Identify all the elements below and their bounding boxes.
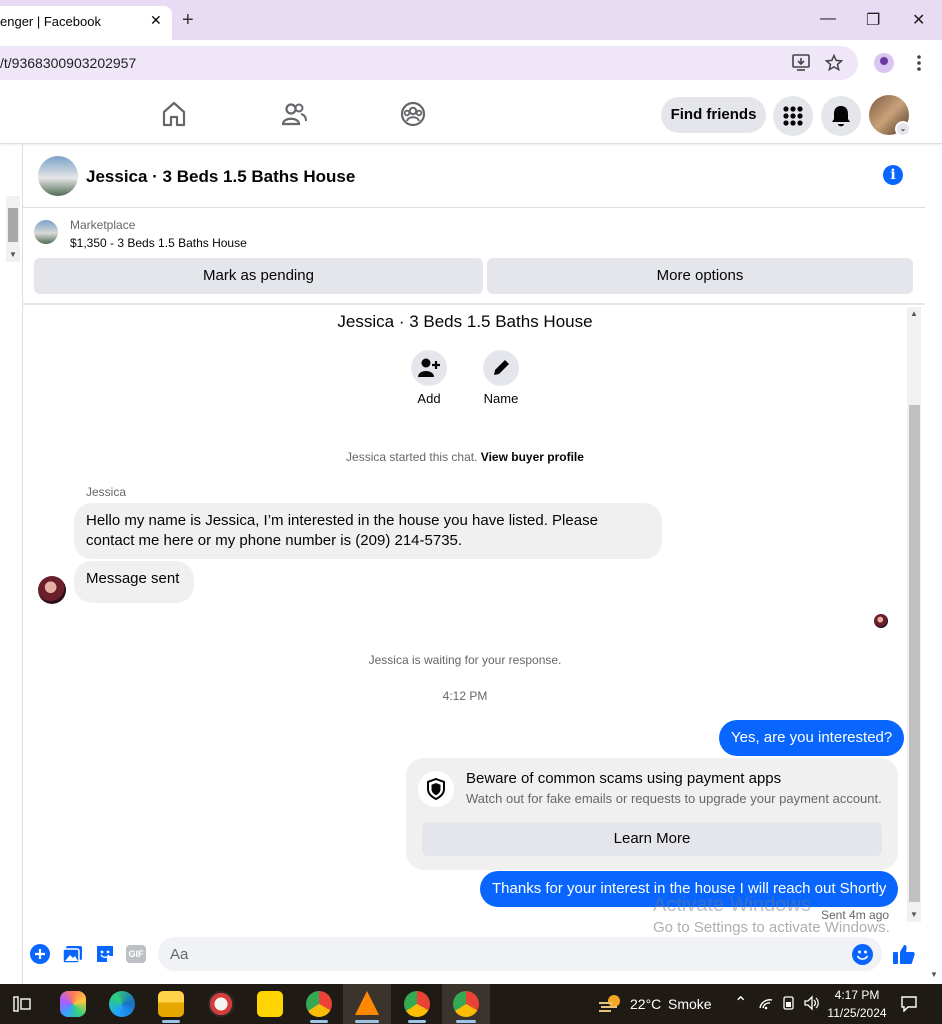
new-tab-button[interactable]: +	[182, 9, 194, 32]
battery-icon[interactable]	[781, 995, 797, 1011]
system-tray-chevron-up-icon[interactable]: ⌃	[734, 993, 747, 1013]
notifications-center-icon[interactable]	[900, 995, 918, 1012]
chat-scroll-down-arrow-icon[interactable]: ▼	[910, 910, 918, 919]
emoji-button[interactable]	[852, 944, 873, 965]
pencil-icon	[494, 360, 509, 375]
edit-name-button[interactable]	[483, 350, 519, 386]
haze-weather-icon[interactable]	[597, 993, 623, 1015]
page-scroll-down-arrow-icon[interactable]: ▼	[930, 970, 938, 979]
browser-tab[interactable]: enger | Facebook	[0, 6, 172, 40]
emoji-icon	[856, 950, 869, 960]
add-person-icon	[418, 358, 440, 377]
learn-more-button[interactable]: Learn More	[422, 822, 882, 856]
mark-as-pending-button[interactable]: Mark as pending	[34, 258, 483, 294]
message-timestamp: 4:12 PM	[442, 689, 488, 703]
address-bar[interactable]: /t/9368300903202957	[0, 46, 858, 80]
file-explorer-icon[interactable]	[158, 991, 184, 1017]
wifi-icon[interactable]	[758, 996, 774, 1010]
add-people-button[interactable]	[411, 350, 447, 386]
install-app-icon[interactable]	[792, 54, 812, 72]
gif-icon[interactable]: GIF	[126, 945, 146, 963]
window-close-button[interactable]: ✕	[912, 10, 925, 30]
friends-icon[interactable]	[281, 100, 307, 128]
chrome-profile-running-indicator	[408, 1020, 426, 1023]
sender-name: Jessica	[86, 485, 127, 499]
weather-temperature[interactable]: 22°C	[630, 996, 661, 1012]
menu-button[interactable]	[773, 96, 813, 136]
weather-description[interactable]: Smoke	[668, 996, 712, 1012]
message-input-placeholder: Aa	[170, 946, 189, 963]
view-buyer-profile-link[interactable]: View buyer profile	[481, 450, 584, 464]
waiting-notice: Jessica is waiting for your response.	[368, 653, 562, 667]
sender-avatar[interactable]	[38, 576, 66, 604]
activate-windows-watermark: Activate Windows	[653, 894, 811, 916]
chat-started-notice: Jessica started this chat. View buyer pr…	[0, 450, 930, 464]
bell-icon	[832, 106, 850, 127]
message-input[interactable]: Aa	[158, 937, 882, 971]
marketplace-divider	[23, 303, 925, 305]
notifications-button[interactable]	[821, 96, 861, 136]
bookmark-star-icon[interactable]	[825, 54, 843, 72]
chrome-icon[interactable]	[306, 991, 332, 1017]
volume-icon[interactable]	[803, 995, 821, 1011]
groups-icon[interactable]	[400, 100, 426, 128]
url-text: /t/9368300903202957	[0, 55, 137, 71]
chrome-profile-running-indicator	[456, 1020, 476, 1023]
account-chevron-down-icon[interactable]: ⌄	[895, 121, 911, 137]
photo-icon[interactable]	[62, 943, 84, 965]
browser-menu-icon[interactable]	[914, 54, 924, 72]
listing-price-title[interactable]: $1,350 - 3 Beds 1.5 Baths House	[70, 236, 247, 250]
listing-thumbnail[interactable]	[34, 220, 58, 244]
clock-date[interactable]: 11/25/2024	[826, 1006, 888, 1020]
seen-indicator-avatar	[874, 614, 888, 628]
chat-started-text: Jessica started this chat.	[346, 450, 478, 464]
sticky-notes-icon[interactable]	[257, 991, 283, 1017]
edge-browser-icon[interactable]	[109, 991, 135, 1017]
tab-close-icon[interactable]: ✕	[150, 12, 162, 29]
restore-button[interactable]: ❐	[866, 10, 880, 30]
more-options-button[interactable]: More options	[487, 258, 913, 294]
find-friends-button[interactable]: Find friends	[661, 97, 766, 133]
chrome-running-indicator	[310, 1020, 328, 1023]
browser-tab-title: enger | Facebook	[0, 14, 101, 29]
chrome-profile-icon[interactable]	[453, 991, 479, 1017]
incoming-message-bubble[interactable]: Hello my name is Jessica, I’m interested…	[74, 503, 662, 559]
conversation-header-title[interactable]: Jessica · 3 Beds 1.5 Baths House	[86, 167, 355, 187]
clock-time[interactable]: 4:17 PM	[826, 988, 888, 1002]
minimize-button[interactable]: —	[820, 10, 836, 28]
left-panel-scrollbar-thumb[interactable]	[8, 208, 18, 242]
copilot-icon[interactable]	[60, 991, 86, 1017]
incoming-message-bubble[interactable]: Message sent	[74, 561, 194, 603]
task-view-icon[interactable]	[12, 995, 32, 1013]
add-label: Add	[417, 391, 441, 406]
activate-windows-subtext: Go to Settings to activate Windows.	[653, 919, 890, 936]
home-icon[interactable]	[161, 100, 187, 128]
sticker-icon[interactable]	[94, 943, 116, 965]
shield-button	[418, 771, 454, 807]
conversation-title: Jessica · 3 Beds 1.5 Baths House	[337, 312, 593, 331]
thumbs-up-icon[interactable]	[892, 942, 916, 966]
plus-icon[interactable]	[29, 943, 51, 965]
left-scroll-down-arrow-icon[interactable]: ▼	[9, 250, 17, 259]
header-divider	[23, 207, 925, 208]
browser-profile-icon[interactable]	[874, 53, 894, 73]
vlc-icon[interactable]	[355, 991, 379, 1015]
vlc-running-indicator	[355, 1020, 379, 1023]
paint-app-icon[interactable]	[208, 991, 234, 1017]
outgoing-message-bubble[interactable]: Yes, are you interested?	[719, 720, 905, 756]
scam-warning-title: Beware of common scams using payment app…	[466, 770, 782, 787]
chat-panel-border	[22, 144, 23, 984]
info-icon[interactable]: i	[883, 165, 903, 185]
name-label: Name	[483, 391, 519, 406]
scam-warning-subtitle: Watch out for fake emails or requests to…	[466, 791, 882, 806]
file-explorer-running-indicator	[162, 1020, 180, 1023]
shield-icon	[427, 777, 445, 801]
conversation-avatar[interactable]	[38, 156, 78, 196]
chrome-profile-icon[interactable]	[404, 991, 430, 1017]
grid-menu-icon	[783, 106, 803, 126]
marketplace-label: Marketplace	[70, 218, 136, 232]
